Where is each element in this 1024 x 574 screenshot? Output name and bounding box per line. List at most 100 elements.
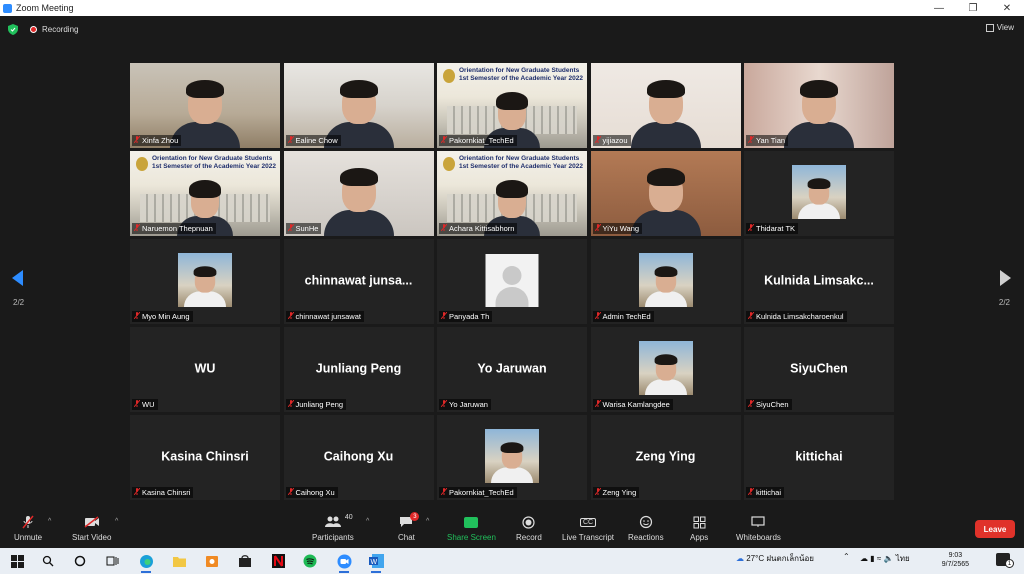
reactions-button[interactable]: Reactions: [628, 515, 664, 542]
participant-tile[interactable]: Kulnida Limsakc... Kulnida Limsakcharoenk…: [744, 239, 894, 324]
cortana-circle-icon[interactable]: [72, 553, 88, 569]
participant-tile[interactable]: Pakornkiat_TechEd: [437, 415, 587, 500]
participant-tile[interactable]: Zeng Ying Zeng Ying: [590, 415, 741, 500]
participant-tile[interactable]: Ealine Chow: [283, 63, 434, 148]
mic-muted-icon: [748, 224, 754, 233]
participant-figure: [323, 168, 394, 236]
participant-tile[interactable]: Kasina Chinsri Kasina Chinsri: [130, 415, 280, 500]
wifi-icon[interactable]: ≈: [877, 554, 881, 563]
task-view-icon[interactable]: [104, 553, 120, 569]
file-explorer-icon[interactable]: [171, 553, 187, 569]
previous-page-arrow-icon[interactable]: [12, 270, 23, 286]
participants-button[interactable]: 40 Participants: [312, 514, 354, 542]
speaker-icon[interactable]: 🔈: [884, 554, 894, 563]
participant-tile[interactable]: Junliang Peng Junliang Peng: [283, 327, 434, 412]
participant-tile[interactable]: chinnawat junsa... chinnawat junsawat: [283, 239, 434, 324]
chat-label: Chat: [398, 533, 415, 542]
participant-tile[interactable]: Yo Jaruwan Yo Jaruwan: [437, 327, 587, 412]
participant-tile[interactable]: Thidarat TK: [744, 151, 894, 236]
participant-tile[interactable]: kittichai kittichai: [744, 415, 894, 500]
start-video-button[interactable]: Start Video: [72, 515, 111, 542]
live-transcript-button[interactable]: CC Live Transcript: [562, 515, 614, 542]
zoom-taskbar-icon[interactable]: [336, 553, 352, 573]
leave-button[interactable]: Leave: [975, 520, 1015, 538]
minimize-button[interactable]: —: [922, 0, 956, 16]
tray-chevron-up-icon[interactable]: ⌃: [843, 552, 850, 561]
video-options-caret-icon[interactable]: ^: [115, 518, 118, 525]
start-video-label: Start Video: [72, 533, 112, 542]
notification-count-badge: 1: [1005, 559, 1014, 568]
chat-button[interactable]: 3 Chat: [398, 512, 420, 542]
participant-tile[interactable]: Panyada Th: [437, 239, 587, 324]
participant-tile[interactable]: SunHe: [283, 151, 434, 236]
mic-muted-icon: [441, 312, 447, 321]
chat-options-caret-icon[interactable]: ^: [426, 518, 429, 525]
participant-tile[interactable]: Caihong Xu Caihong Xu: [283, 415, 434, 500]
battery-icon[interactable]: ▮: [870, 554, 874, 563]
participant-nameplate: Ealine Chow: [285, 135, 341, 146]
clock-time: 9:03: [948, 552, 963, 559]
participant-tile[interactable]: YiYu Wang: [590, 151, 741, 236]
netflix-icon[interactable]: [270, 553, 286, 569]
participant-nameplate: Yan Tian: [746, 135, 789, 146]
page-indicator-right: 2/2: [998, 298, 1010, 307]
store-bag-icon[interactable]: [237, 553, 253, 569]
meeting-toolbar: Unmute ^ Start Video ^ 40 Participants ^…: [0, 512, 1024, 548]
participant-nameplate: Pakornkiat_TechEd: [439, 487, 517, 498]
unmute-button[interactable]: Unmute: [14, 515, 42, 542]
next-page-arrow-icon[interactable]: [1000, 270, 1011, 286]
whiteboards-button[interactable]: Whiteboards: [736, 515, 781, 542]
participant-tile[interactable]: Yan Tian: [744, 63, 894, 148]
close-button[interactable]: ✕: [990, 0, 1024, 16]
view-button[interactable]: View: [985, 23, 1014, 32]
participant-nameplate: Admin TechEd: [592, 311, 654, 322]
microphone-muted-icon: [20, 515, 36, 529]
system-clock[interactable]: 9:03 9/7/2565: [942, 551, 969, 569]
svg-text:W: W: [370, 559, 377, 566]
recording-dot-icon: [30, 25, 37, 33]
search-icon[interactable]: [40, 553, 56, 569]
audio-options-caret-icon[interactable]: ^: [48, 518, 51, 525]
participant-tile[interactable]: Admin TechEd: [590, 239, 741, 324]
participant-name: YiYu Wang: [602, 224, 640, 233]
onedrive-cloud-icon[interactable]: ☁: [860, 554, 868, 563]
input-language[interactable]: ไทย: [896, 554, 910, 563]
mic-muted-icon: [134, 488, 140, 497]
maximize-button[interactable]: ❐: [956, 0, 990, 16]
video-camera-off-icon: [84, 515, 100, 529]
participant-display-name: Yo Jaruwan: [477, 361, 547, 376]
participant-tile[interactable]: Warisa Kamlangdee: [590, 327, 741, 412]
record-button[interactable]: Record: [516, 515, 542, 542]
participant-name: Xinfa Zhou: [142, 136, 179, 145]
participant-name: Myo Min Aung: [142, 312, 190, 321]
participants-options-caret-icon[interactable]: ^: [366, 518, 369, 525]
apps-button[interactable]: Apps: [690, 515, 708, 542]
participant-tile[interactable]: Xinfa Zhou: [130, 63, 280, 148]
weather-description: ฝนตกเล็กน้อย: [766, 554, 814, 563]
participant-tile[interactable]: Myo Min Aung: [130, 239, 280, 324]
photos-app-icon[interactable]: [204, 553, 220, 569]
spotify-icon[interactable]: [302, 553, 318, 569]
participant-tile[interactable]: Orientation for New Graduate Students 1s…: [437, 151, 587, 236]
participant-tile[interactable]: SiyuChen SiyuChen: [744, 327, 894, 412]
tray-icons: ☁ ▮ ≈ 🔈 ไทย: [860, 552, 910, 565]
participant-name: Junliang Peng: [295, 400, 344, 409]
mic-muted-icon: [134, 224, 140, 233]
participant-tile[interactable]: Orientation for New Graduate Students 1s…: [437, 63, 587, 148]
security-shield-icon[interactable]: [8, 23, 18, 35]
participant-nameplate: SunHe: [285, 223, 322, 234]
participant-tile[interactable]: Orientation for New Graduate Students 1s…: [130, 151, 280, 236]
zoom-app-icon: [3, 3, 12, 13]
word-app-icon[interactable]: W: [368, 553, 384, 573]
weather-widget[interactable]: ☁ 27°C ฝนตกเล็กน้อย: [736, 552, 814, 565]
share-screen-label: Share Screen: [447, 533, 496, 542]
windows-start-icon[interactable]: [9, 553, 25, 569]
participant-tile[interactable]: WU WU: [130, 327, 280, 412]
university-seal-icon: [443, 69, 455, 83]
participant-tile[interactable]: yijiazou: [590, 63, 741, 148]
mic-muted-icon: [134, 136, 140, 145]
clock-date: 9/7/2565: [941, 561, 969, 568]
edge-browser-icon[interactable]: [138, 553, 154, 573]
share-screen-button[interactable]: Share Screen: [447, 515, 496, 542]
participant-nameplate: Yo Jaruwan: [439, 399, 491, 410]
